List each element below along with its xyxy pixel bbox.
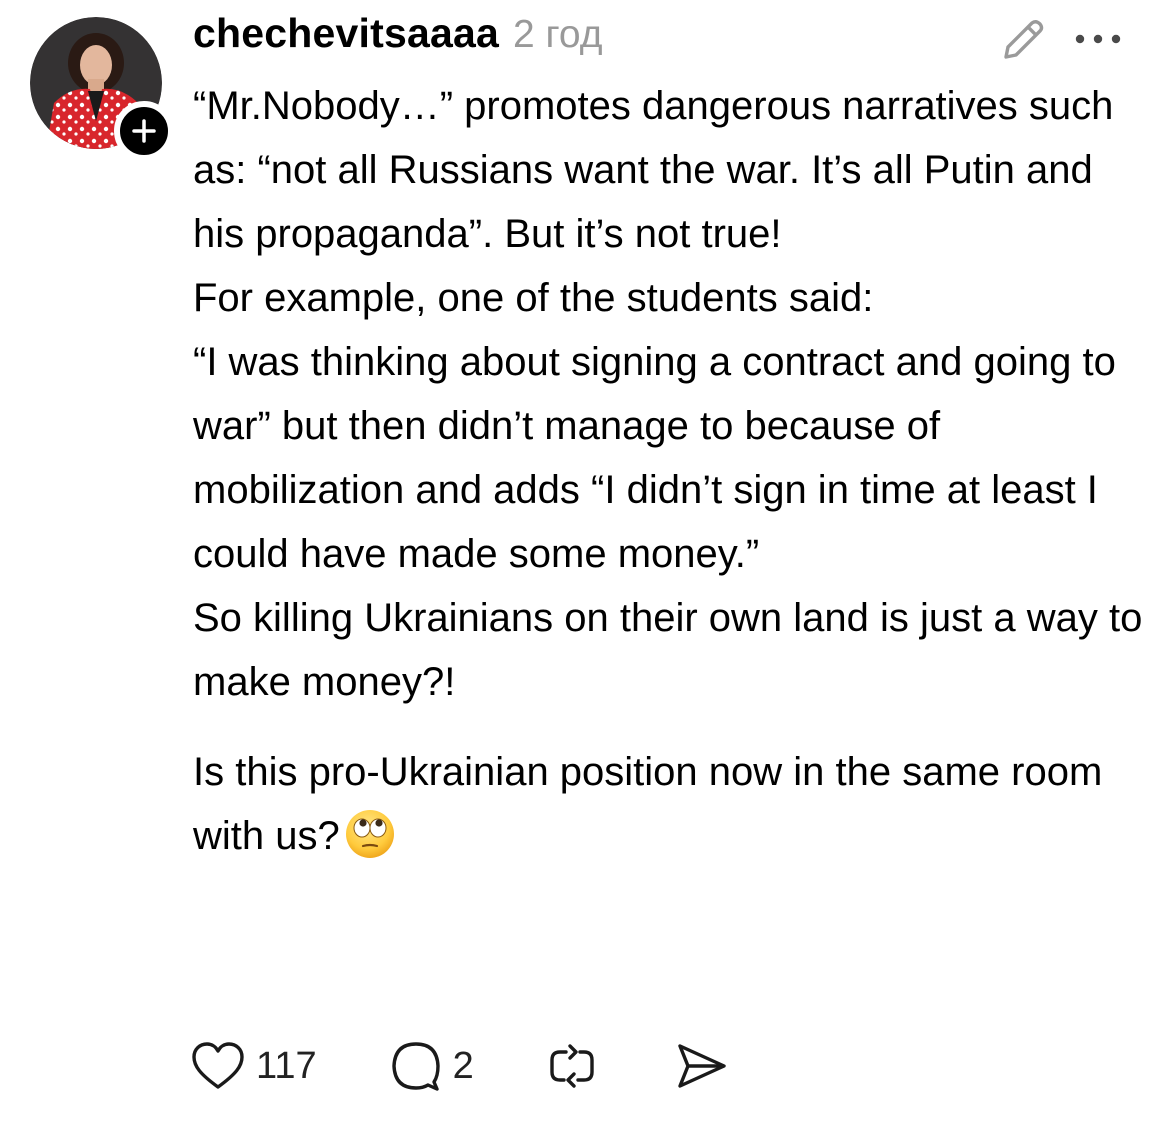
post-header: chechevitsaaaa 2 год	[193, 10, 602, 70]
repost-icon	[550, 1044, 594, 1088]
post-actions: 117 2	[190, 1036, 728, 1096]
repost-button[interactable]	[546, 1036, 598, 1096]
post-paragraph-final: Is this pro-Ukrainian position now in th…	[193, 740, 1153, 868]
edit-button[interactable]	[998, 15, 1048, 65]
comment-bubble-icon	[391, 1042, 440, 1091]
plus-icon	[132, 119, 156, 143]
author-username[interactable]: chechevitsaaaa	[193, 10, 499, 57]
more-dots-icon	[1075, 34, 1121, 44]
post-paragraph: So killing Ukrainians on their own land …	[193, 596, 1143, 704]
reply-count: 2	[452, 1044, 474, 1087]
pencil-icon	[1004, 20, 1044, 59]
more-options-button[interactable]	[1072, 22, 1124, 56]
follow-button[interactable]	[114, 101, 174, 161]
like-button[interactable]: 117	[190, 1036, 317, 1096]
avatar-container[interactable]	[30, 17, 174, 161]
post-body: “Mr.Nobody…” promotes dangerous narrativ…	[193, 74, 1153, 868]
post-timestamp: 2 год	[512, 13, 603, 56]
post-paragraph: “Mr.Nobody…” promotes dangerous narrativ…	[193, 84, 1114, 256]
reply-button[interactable]: 2	[389, 1036, 474, 1096]
post-paragraph: “I was thinking about signing a contract…	[193, 340, 1116, 576]
share-button[interactable]	[674, 1036, 728, 1096]
like-count: 117	[256, 1044, 317, 1087]
heart-icon	[192, 1042, 244, 1089]
post-final-text: Is this pro-Ukrainian position now in th…	[193, 750, 1103, 858]
face-with-rolling-eyes-icon	[345, 810, 394, 858]
send-icon	[678, 1044, 726, 1088]
post-paragraph: For example, one of the students said:	[193, 276, 874, 320]
